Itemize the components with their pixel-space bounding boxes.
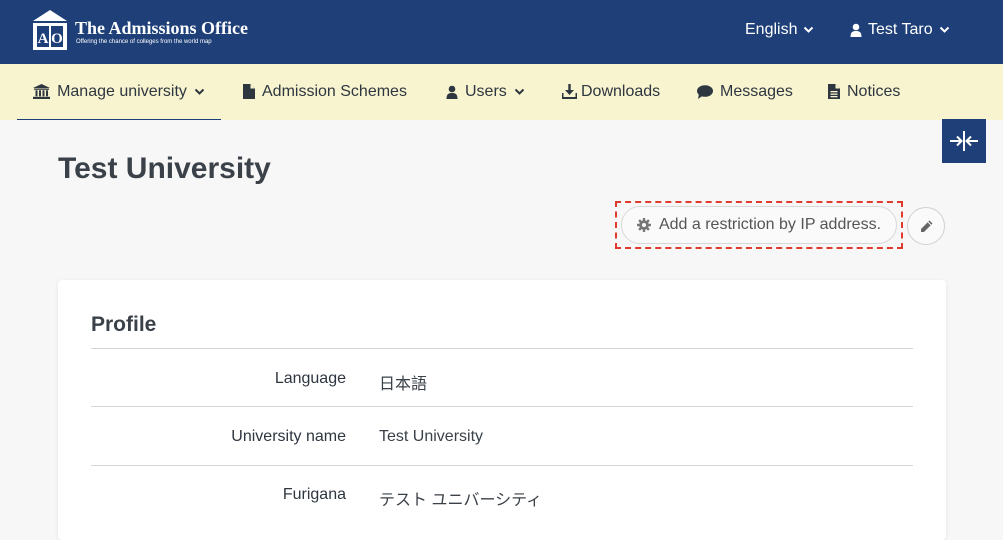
nav-messages[interactable]: Messages — [697, 64, 793, 119]
building-logo-icon: A O — [33, 10, 67, 50]
user-icon — [446, 85, 458, 99]
chevron-down-icon — [514, 88, 524, 95]
document-icon — [828, 84, 840, 99]
divider — [91, 465, 913, 466]
user-icon — [850, 23, 862, 37]
chevron-down-icon — [194, 88, 205, 95]
compress-arrows-icon — [950, 131, 978, 151]
divider — [91, 348, 913, 349]
profile-value-furigana: テスト ユニバーシティ — [379, 492, 543, 509]
collapse-toggle-button[interactable] — [942, 119, 986, 163]
nav-users[interactable]: Users — [446, 64, 525, 119]
nav-downloads[interactable]: Downloads — [562, 64, 660, 119]
profile-card: Profile Language 日本語 University name Tes… — [58, 280, 946, 540]
nav-manage-university[interactable]: Manage university — [17, 64, 221, 120]
nav-notices[interactable]: Notices — [828, 64, 900, 119]
ip-restriction-label: Add a restriction by IP address. — [658, 216, 882, 233]
chevron-down-icon — [804, 26, 814, 33]
profile-value-university-name: Test University — [379, 428, 484, 445]
add-ip-restriction-button[interactable]: Add a restriction by IP address. — [621, 206, 897, 244]
download-icon — [562, 84, 577, 99]
nav-label: Admission Schemes — [262, 82, 407, 100]
main-nav: Manage university Admission Schemes User… — [0, 64, 1003, 120]
divider — [91, 406, 913, 407]
university-icon — [33, 84, 51, 99]
nav-label: Manage university — [57, 82, 187, 100]
nav-label: Notices — [847, 82, 901, 100]
brand-title[interactable]: The Admissions Office — [75, 18, 248, 39]
edit-button[interactable] — [907, 207, 945, 245]
nav-admission-schemes[interactable]: Admission Schemes — [243, 64, 407, 119]
language-label: English — [745, 21, 798, 38]
top-header: A O The Admissions Office Offering the c… — [0, 0, 1003, 64]
svg-text:O: O — [51, 31, 63, 47]
page-title: Test University — [58, 152, 271, 185]
profile-label-university-name: University name — [231, 428, 346, 445]
comment-icon — [697, 84, 713, 99]
profile-value-language: 日本語 — [379, 376, 428, 393]
gear-icon — [636, 218, 651, 232]
nav-label: Messages — [720, 82, 793, 100]
brand-logo[interactable]: A O — [30, 9, 70, 51]
file-icon — [243, 84, 255, 99]
language-selector[interactable]: English — [745, 21, 814, 39]
profile-label-language: Language — [274, 370, 346, 387]
nav-label: Downloads — [581, 82, 661, 100]
user-name: Test Taro — [868, 21, 933, 38]
svg-text:A: A — [38, 31, 49, 47]
profile-label-furigana: Furigana — [282, 486, 346, 503]
brand-subtitle: Offering the chance of colleges from the… — [76, 39, 212, 45]
nav-label: Users — [465, 82, 507, 100]
chevron-down-icon — [939, 26, 949, 33]
profile-title: Profile — [91, 313, 157, 336]
pencil-icon — [920, 220, 932, 232]
user-menu[interactable]: Test Taro — [850, 21, 950, 39]
